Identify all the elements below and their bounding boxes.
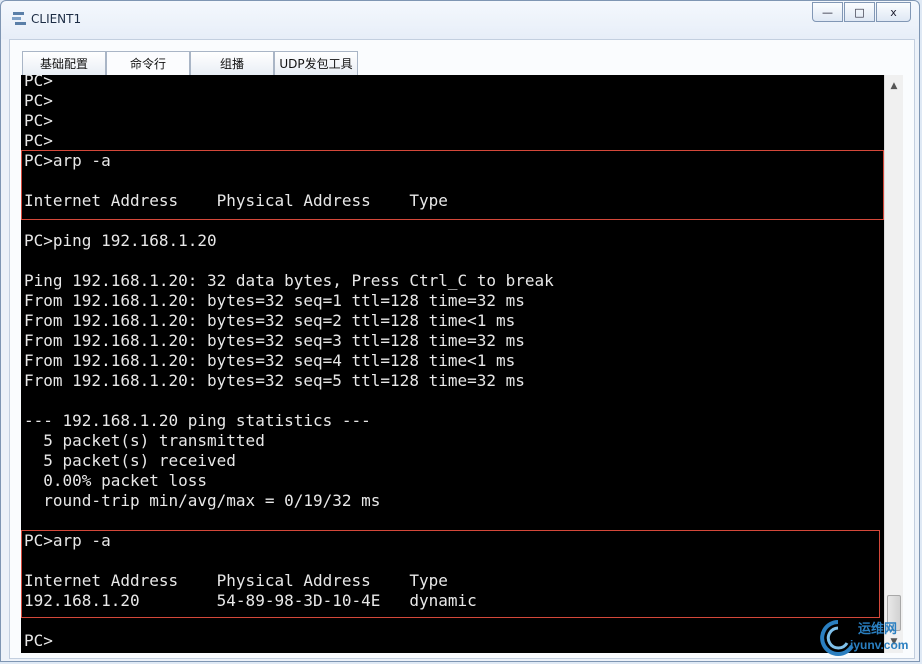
terminal-line: 5 packet(s) received xyxy=(24,451,236,470)
terminal-line: From 192.168.1.20: bytes=32 seq=1 ttl=12… xyxy=(24,291,525,310)
tab-label: UDP发包工具 xyxy=(279,57,353,71)
tab-multicast[interactable]: 组播 xyxy=(190,51,274,75)
terminal-line: Internet Address Physical Address Type xyxy=(24,191,448,210)
terminal-line: round-trip min/avg/max = 0/19/32 ms xyxy=(24,491,381,510)
tab-basic-config[interactable]: 基础配置 xyxy=(22,51,106,75)
terminal-line: PC>arp -a xyxy=(24,531,111,550)
close-icon: x xyxy=(890,5,897,19)
tab-udp-tool[interactable]: UDP发包工具 xyxy=(274,51,358,75)
terminal-line: From 192.168.1.20: bytes=32 seq=2 ttl=12… xyxy=(24,311,516,330)
watermark-cn: 运维网 xyxy=(858,622,898,637)
window-title: CLIENT1 xyxy=(31,12,82,26)
terminal-line: PC>ping 192.168.1.20 xyxy=(24,231,217,250)
vertical-scrollbar[interactable]: ▲ ▼ xyxy=(884,75,903,653)
minimize-button[interactable]: — xyxy=(812,2,843,22)
terminal-line: PC> xyxy=(24,131,53,150)
terminal-line: PC>arp -a xyxy=(24,151,111,170)
terminal-line: Ping 192.168.1.20: 32 data bytes, Press … xyxy=(24,271,554,290)
terminal-line: From 192.168.1.20: bytes=32 seq=4 ttl=12… xyxy=(24,351,516,370)
close-button[interactable]: x xyxy=(876,2,911,22)
site-watermark: 运维网 iyunv.com xyxy=(818,616,918,660)
minimize-icon: — xyxy=(822,5,833,19)
command-terminal[interactable]: PC> PC> PC> PC> PC>arp -a Internet Address Ph… xyxy=(21,75,884,653)
maximize-icon: □ xyxy=(854,5,865,19)
tab-label: 命令行 xyxy=(129,57,166,71)
scroll-up-icon[interactable]: ▲ xyxy=(885,77,903,95)
terminal-line: PC> xyxy=(24,75,53,90)
terminal-line: 0.00% packet loss xyxy=(24,471,208,490)
tab-label: 基础配置 xyxy=(39,57,88,71)
title-bar[interactable]: CLIENT1 — □ x xyxy=(1,1,919,37)
terminal-line: 192.168.1.20 54-89-98-3D-10-4E dynamic xyxy=(24,591,477,610)
network-client-icon xyxy=(11,11,27,27)
tab-label: 组播 xyxy=(219,57,244,71)
client-window: CLIENT1 — □ x 基础配置 命令行 组播 UDP发包工具 PC> PC… xyxy=(0,0,920,662)
terminal-line: PC> xyxy=(24,111,53,130)
maximize-button[interactable]: □ xyxy=(844,2,875,22)
terminal-line: From 192.168.1.20: bytes=32 seq=5 ttl=12… xyxy=(24,371,525,390)
terminal-output: PC> PC> PC> PC> PC>arp -a Internet Address Ph… xyxy=(24,75,554,651)
terminal-line: PC> xyxy=(24,631,53,650)
tab-command-line[interactable]: 命令行 xyxy=(106,51,190,75)
terminal-line: 5 packet(s) transmitted xyxy=(24,431,265,450)
terminal-line: Internet Address Physical Address Type xyxy=(24,571,448,590)
terminal-line: --- 192.168.1.20 ping statistics --- xyxy=(24,411,371,430)
watermark-en: iyunv.com xyxy=(850,638,909,652)
terminal-line: From 192.168.1.20: bytes=32 seq=3 ttl=12… xyxy=(24,331,525,350)
terminal-line: PC> xyxy=(24,91,53,110)
